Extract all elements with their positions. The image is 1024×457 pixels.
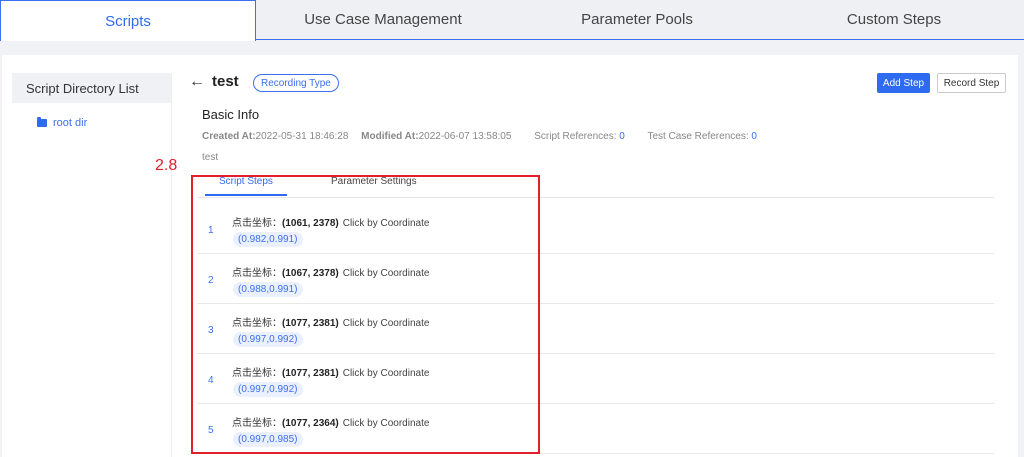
tab-use-case-management[interactable]: Use Case Management bbox=[256, 0, 510, 40]
basic-info-title: Basic Info bbox=[202, 107, 260, 122]
sidebar-title: Script Directory List bbox=[12, 73, 171, 103]
script-title: test bbox=[212, 73, 239, 90]
modified-label: Modified At: bbox=[361, 131, 419, 142]
folder-icon bbox=[37, 117, 47, 127]
created-value: 2022-05-31 18:46:28 bbox=[255, 131, 349, 142]
add-step-button[interactable]: Add Step bbox=[877, 73, 930, 93]
script-description: test bbox=[202, 152, 219, 163]
script-references-value[interactable]: 0 bbox=[619, 131, 625, 142]
record-step-button[interactable]: Record Step bbox=[937, 73, 1006, 93]
tab-parameter-pools[interactable]: Parameter Pools bbox=[510, 0, 764, 40]
tab-custom-steps[interactable]: Custom Steps bbox=[764, 0, 1024, 40]
red-highlight-box bbox=[191, 175, 540, 454]
back-arrow-icon[interactable]: ← bbox=[189, 73, 205, 91]
created-label: Created At: bbox=[202, 131, 256, 142]
script-references-label: Script References: bbox=[534, 131, 617, 142]
tree-item-root-dir[interactable]: root dir bbox=[12, 117, 171, 129]
tree-item-label: root dir bbox=[53, 117, 88, 129]
script-directory-sidebar: Script Directory List root dir bbox=[12, 73, 172, 457]
test-case-references-value[interactable]: 0 bbox=[751, 131, 757, 142]
test-case-references-label: Test Case References: bbox=[647, 131, 749, 142]
modified-value: 2022-06-07 13:58:05 bbox=[418, 131, 512, 142]
recording-type-badge: Recording Type bbox=[253, 74, 339, 92]
meta-row: Created At:2022-05-31 18:46:28 Modified … bbox=[202, 131, 757, 142]
annotation-label: 2.8 bbox=[155, 157, 178, 174]
tab-scripts[interactable]: Scripts bbox=[0, 0, 256, 41]
top-tab-bar: Scripts Use Case Management Parameter Po… bbox=[0, 0, 1024, 42]
